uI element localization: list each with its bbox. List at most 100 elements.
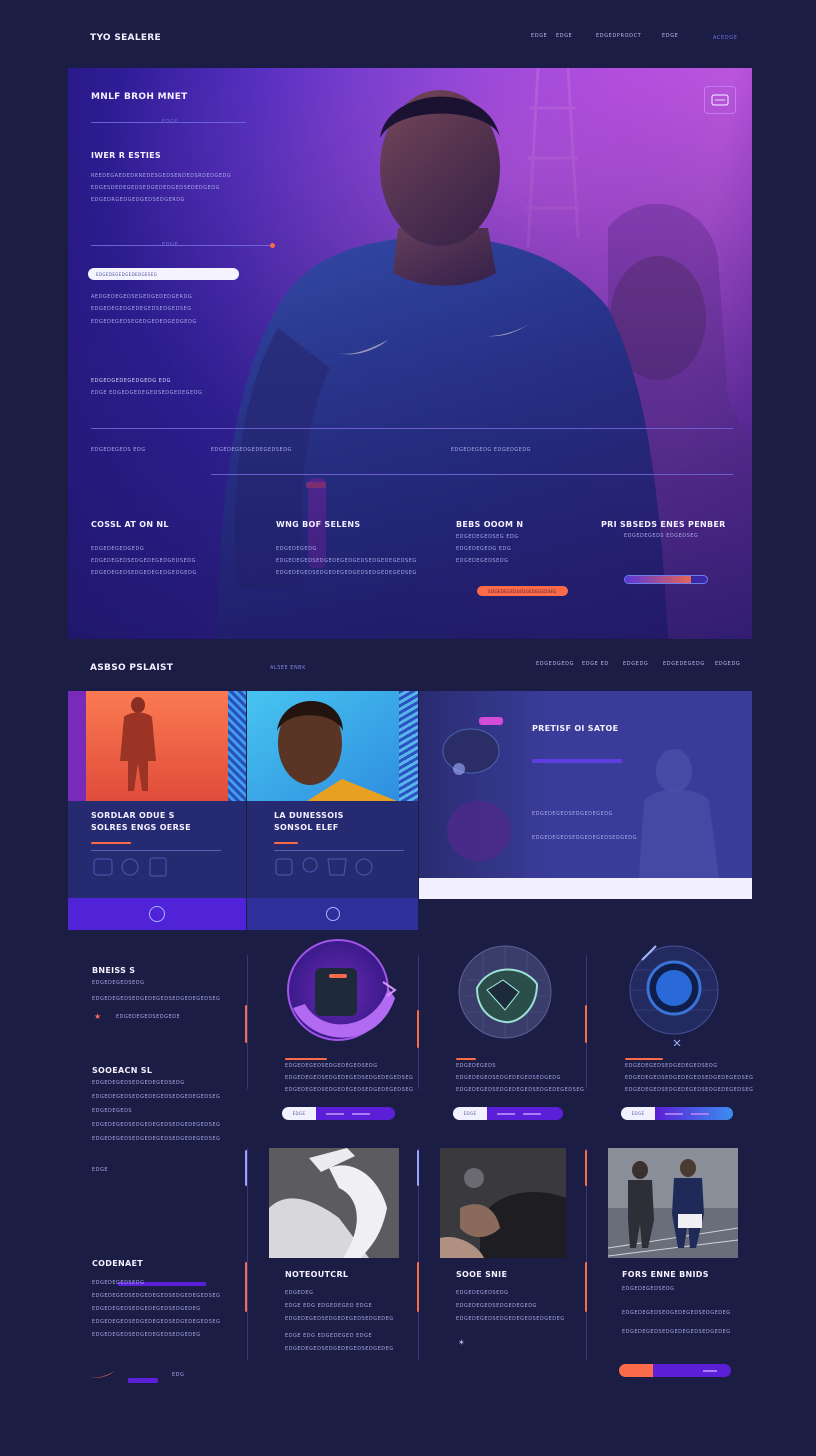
feature-panel[interactable]: PRETISF OI SATOE EDGEDEGEDSEDGEDEGEDG ED… [419, 691, 752, 899]
section2-nav-4[interactable]: EDGEDEGEDG [663, 661, 705, 667]
hero-cta-label: EDGEDEGEDSEDGEDEGEDSEG [488, 588, 557, 594]
bottom-photo-3 [608, 1148, 738, 1258]
hero-info-3: EDGEDEGEDSEGEDGEDEDGEDGEDG [91, 319, 197, 325]
bottom-accent-2 [417, 1262, 419, 1312]
bottom-line-2: EDGEDEGEDSEDGEDEGEDSEDGEDEGEDSEG [92, 1293, 221, 1299]
hero-col-3-line-1: EDGEDEGEDSEG EDG [456, 534, 519, 540]
products-accent-2 [417, 1010, 419, 1048]
hero-progress[interactable] [624, 575, 708, 584]
nav-item-3[interactable]: EDGEDPRODCT [596, 33, 641, 39]
badge-mark-icon [711, 94, 729, 106]
product-2-button-label: EDGE [463, 1111, 477, 1116]
hero-title: MNLF BROH MNET [91, 92, 188, 102]
card-a-footer[interactable] [68, 898, 246, 930]
hero-col-4-title: PRI SBSEDS ENES PENBER [601, 520, 726, 529]
product-3-button-label: EDGE [631, 1111, 645, 1116]
hero-divider-label-3: EDGEDEGEDG EDGEDGEDG [451, 447, 532, 453]
bottom-item-2-title: SOOE SNIE [456, 1270, 508, 1279]
feature-bar [532, 759, 622, 763]
hero-slider-track[interactable] [91, 245, 274, 246]
bottom-line-4: EDGEDEGEDSEDGEDEGEDSEDGEDEGEDSEG [92, 1319, 221, 1325]
products-line-6: EDGEDEGEDSEDGEDEGEDSEDGEDEGEDSEG [92, 1122, 221, 1128]
card-b[interactable]: LA DUNESSOIS SONSOL ELEF [247, 691, 418, 930]
products-small: EDGE [92, 1167, 109, 1173]
card-b-pattern [399, 691, 418, 801]
product-2-accent [456, 1058, 476, 1060]
hero-slider-label: EDGE [162, 242, 179, 248]
feature-title: PRETISF OI SATOE [532, 724, 619, 733]
tool-icons [275, 857, 373, 876]
nav-item-2[interactable]: EDGE [556, 33, 572, 39]
card-b-title-2: SONSOL ELEF [274, 823, 339, 832]
bottom-accent-3 [585, 1262, 587, 1312]
hero-search-placeholder: EDGEDEGEDGEDEDGESEG [96, 271, 158, 277]
product-1-button[interactable]: EDGE [282, 1107, 395, 1120]
bottom-item-3-line-2: EDGEDEGEDSEDGEDEGEDSEDGEDEG [622, 1310, 731, 1316]
card-a-rule [91, 850, 221, 851]
card-b-footer-icon [325, 907, 340, 921]
section2-nav-3[interactable]: EDGEDG [623, 661, 648, 667]
hero-col-1-line-1: EDGEDEGEDGEDG [91, 546, 145, 552]
bottom-tick-2 [417, 1150, 419, 1186]
hero-cta-button[interactable]: EDGEDEGEDSEDGEDEGEDSEG [477, 586, 568, 596]
hero-slider-handle[interactable] [270, 243, 275, 248]
hero-col-2-line-3: EDGEDEGEDSEDGEDEGEDGEDSEDGEDEGEDSEG [276, 570, 417, 576]
products-title: BNEISS S [92, 966, 136, 975]
hero-col-4-line-1: EDGEDEGEDS EDGEDSEG [624, 533, 699, 539]
product-2-line-1: EDGEDEGEDS [456, 1063, 497, 1069]
bottom-item-3-button[interactable] [619, 1364, 731, 1377]
products-line-1: EDGEDEGEDSEDG [92, 980, 145, 986]
product-3-button[interactable]: EDGE [621, 1107, 733, 1120]
hero-progress-fill [625, 576, 691, 583]
product-2-image [458, 945, 552, 1039]
nav-item-5[interactable]: ACEDGE [713, 35, 737, 41]
hero-col-1-line-3: EDGEDEGEDSEDGEDEGEDGEDGEDG [91, 570, 197, 576]
section2-nav-2[interactable]: EDGE ED [582, 661, 609, 667]
hero-divider-top [91, 428, 733, 429]
product-2-line-3: EDGEDEGEDSEDGEDEGEDSEDGEDEGEDSEG [456, 1087, 585, 1093]
hero-desc-3: EDGEDRGEDGEDGEDSEDGERDG [91, 197, 185, 203]
bottom-left-bar [128, 1378, 158, 1383]
card-b-photo [247, 691, 399, 801]
nav-item-4[interactable]: EDGE [662, 33, 678, 39]
hero-search-input[interactable]: EDGEDEGEDGEDEDGESEG [88, 268, 239, 280]
products-line-3: EDGEDEGEDSEDGEDEGEDSEDG [92, 1080, 185, 1086]
bottom-line-5: EDGEDEGEDSEDGEDEGEDSEDGEDEG [92, 1332, 201, 1338]
card-b-body: LA DUNESSOIS SONSOL ELEF [247, 801, 418, 898]
products-accent-1 [245, 1005, 247, 1043]
section2-nav-1[interactable]: EDGEDGEDG [536, 661, 574, 667]
bottom-photo-1 [269, 1148, 399, 1258]
bottom-item-3-button-left [619, 1364, 653, 1377]
hero-col-1-title: COSSL AT ON NL [91, 520, 169, 529]
card-a-body: SORDLAR ODUE S SOLRES ENGS OERSE [68, 801, 246, 898]
section2-nav-5[interactable]: EDGEDG [715, 661, 740, 667]
hero-center-label: EDGE [162, 119, 179, 125]
card-a[interactable]: SORDLAR ODUE S SOLRES ENGS OERSE [68, 691, 246, 930]
hero-info-2: EDGEDEGEDGEDEGEDSEDGEDSEG [91, 306, 192, 312]
bottom-title: CODENAET [92, 1259, 143, 1268]
hero-col-2-line-1: EDGEDEGEDG [276, 546, 317, 552]
bottom-photo-2 [440, 1148, 566, 1258]
section2-title: ASBSO PSLAIST [90, 663, 174, 673]
bottom-item-2-line-3: EDGEDEGEDSEDGEDEGEDSEDGEDEG [456, 1316, 565, 1322]
card-b-footer[interactable] [247, 898, 418, 930]
product-1-line-2: EDGEDEGEDSEDGEDEGEDSEDGEDEGEDSEG [285, 1075, 414, 1081]
site-logo[interactable]: TYO SEALERE [90, 33, 161, 43]
bottom-item-1-line-3: EDGEDEGEDSEDGEDEGEDSEDGEDEG [285, 1316, 394, 1322]
brand-badge-icon[interactable] [704, 86, 736, 114]
nav-item-1[interactable]: EDGE [531, 33, 547, 39]
card-a-title-2: SOLRES ENGS OERSE [91, 823, 191, 832]
card-a-photo [86, 691, 228, 801]
product-1-line-3: EDGEDEGEDSEDGEDEGEDSEDGEDEGEDSEG [285, 1087, 414, 1093]
hero-col-3-line-3: EDGEDEGEDSEDG [456, 558, 509, 564]
swoosh-icon [91, 1371, 115, 1378]
card-a-footer-icon [149, 906, 165, 922]
card-a-pattern [228, 691, 246, 801]
product-2-button[interactable]: EDGE [453, 1107, 563, 1120]
bottom-item-1-line-2: EDGE EDG EDGEDEGED EDGE [285, 1303, 373, 1309]
product-3-line-1: EDGEDEGEDSEDGEDEGEDSEDG [625, 1063, 718, 1069]
products-star-line: EDGEDEGEDSEDGEDE [116, 1014, 181, 1020]
card-a-accent [91, 842, 131, 844]
hero-desc-2: EDGESDEDEGEDSEDGEDEDGEDSEDEDGEDG [91, 185, 221, 191]
bottom-item-1-line-4: EDGE EDG EDGEDEGED EDGE [285, 1333, 373, 1339]
